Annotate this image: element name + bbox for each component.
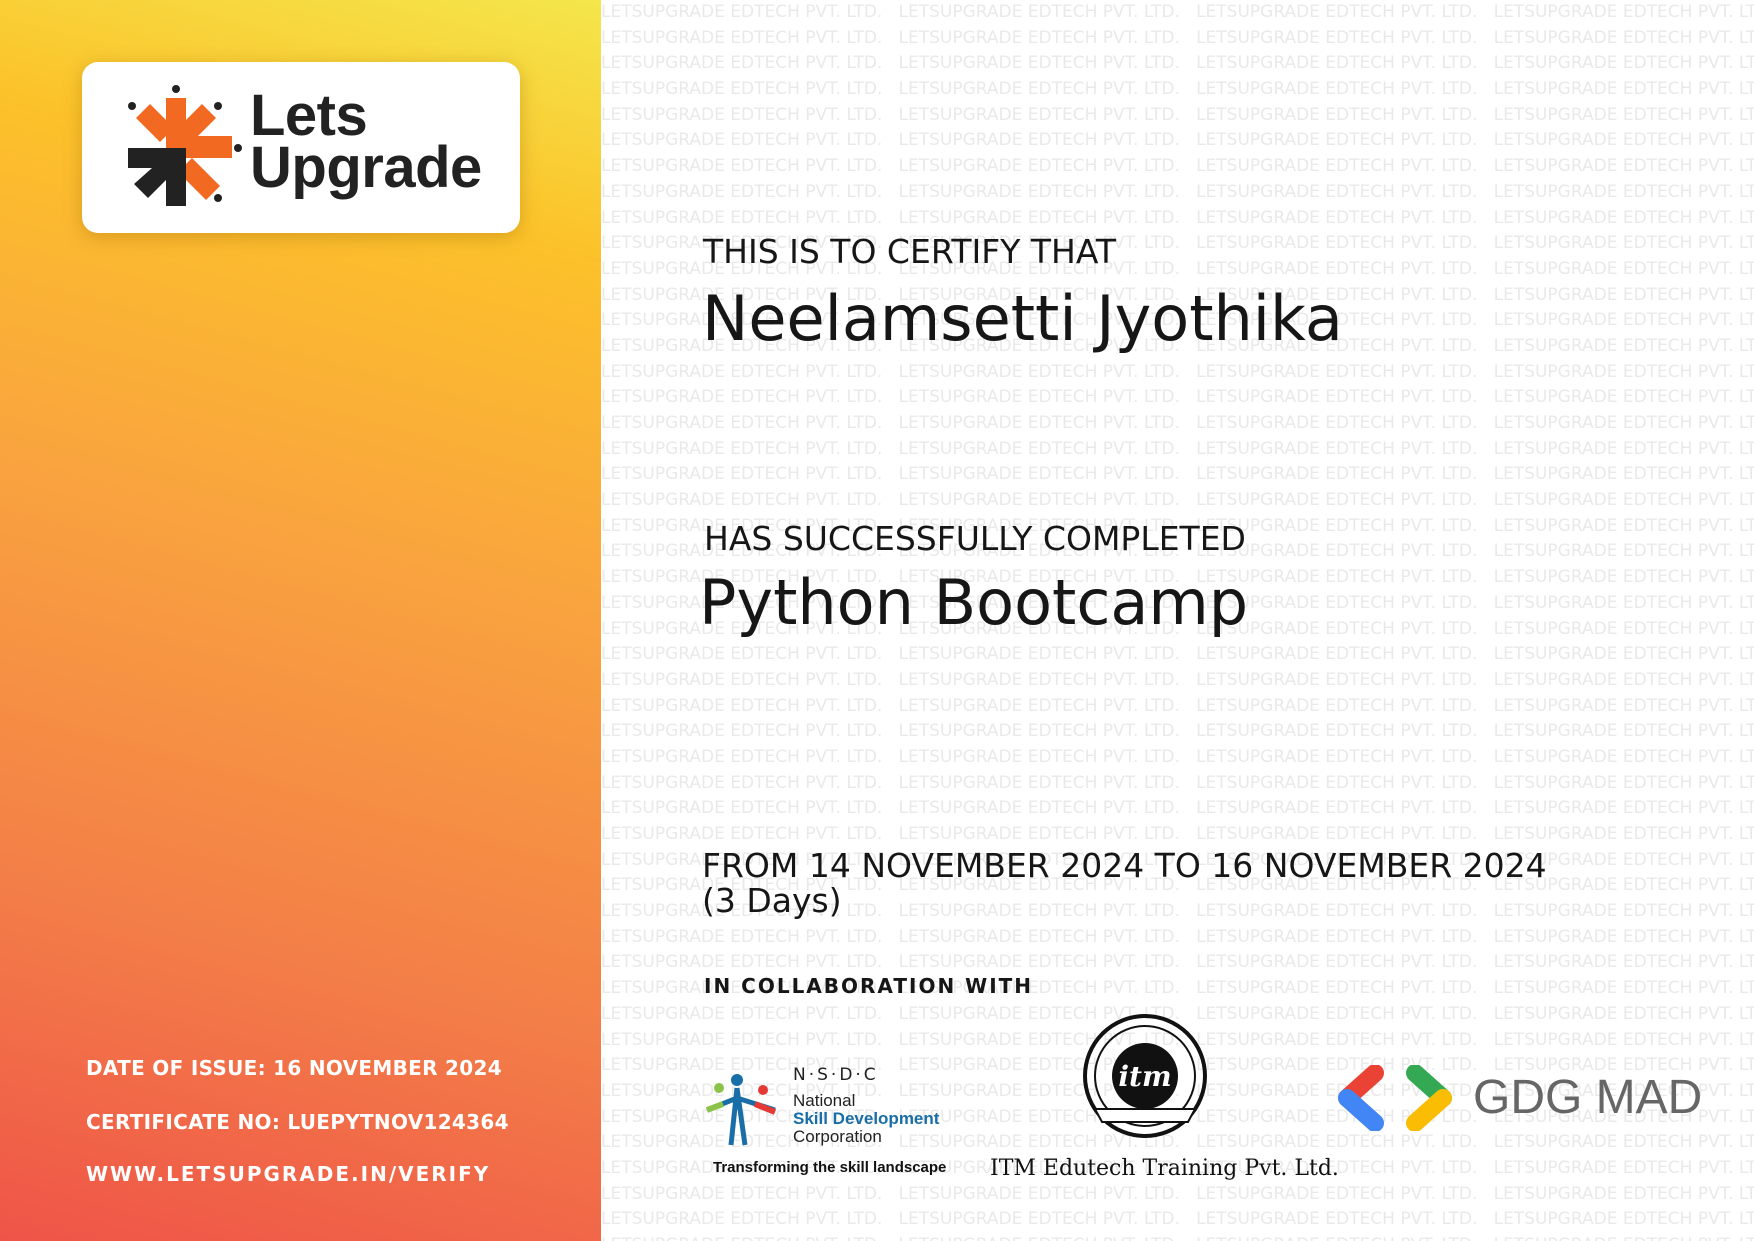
watermark-row: LETSUPGRADE EDTECH PVT. LTD. LETSUPGRADE… — [601, 746, 1754, 767]
watermark-row: LETSUPGRADE EDTECH PVT. LTD. LETSUPGRADE… — [601, 79, 1754, 100]
nsdc-line-3: Corporation — [793, 1127, 882, 1146]
watermark-row: LETSUPGRADE EDTECH PVT. LTD. LETSUPGRADE… — [601, 926, 1754, 947]
watermark-row: LETSUPGRADE EDTECH PVT. LTD. LETSUPGRADE… — [601, 387, 1754, 408]
nsdc-line-1: National — [793, 1091, 856, 1110]
letsupgrade-logo-icon — [128, 85, 242, 206]
watermark-row: LETSUPGRADE EDTECH PVT. LTD. LETSUPGRADE… — [601, 772, 1754, 793]
itm-logo: itm ITM Edutech Training Pvt. Ltd. — [985, 1014, 1339, 1189]
verify-url[interactable]: WWW.LETSUPGRADE.IN/VERIFY — [86, 1162, 490, 1186]
course-period: FROM 14 NOVEMBER 2024 TO 16 NOVEMBER 202… — [702, 846, 1547, 885]
recipient-name: Neelamsetti Jyothika — [702, 282, 1343, 355]
watermark-row: LETSUPGRADE EDTECH PVT. LTD. LETSUPGRADE… — [601, 669, 1754, 690]
watermark-row: LETSUPGRADE EDTECH PVT. LTD. LETSUPGRADE… — [601, 2, 1754, 22]
collaboration-label: IN COLLABORATION WITH — [704, 974, 1034, 998]
watermark-row: LETSUPGRADE EDTECH PVT. LTD. LETSUPGRADE… — [601, 824, 1754, 844]
watermark-row: LETSUPGRADE EDTECH PVT. LTD. LETSUPGRADE… — [601, 1233, 1754, 1241]
watermark-row: LETSUPGRADE EDTECH PVT. LTD. LETSUPGRADE… — [601, 438, 1754, 459]
certificate-number: CERTIFICATE NO: LUEPYTNOV124364 — [86, 1110, 509, 1134]
watermark-row: LETSUPGRADE EDTECH PVT. LTD. LETSUPGRADE… — [601, 695, 1754, 716]
watermark-row: LETSUPGRADE EDTECH PVT. LTD. LETSUPGRADE… — [601, 361, 1754, 382]
certify-intro: THIS IS TO CERTIFY THAT — [703, 232, 1117, 271]
course-duration: (3 Days) — [702, 881, 842, 920]
nsdc-tagline: Transforming the skill landscape — [713, 1159, 947, 1176]
watermark-row: LETSUPGRADE EDTECH PVT. LTD. LETSUPGRADE… — [601, 130, 1754, 151]
watermark-row: LETSUPGRADE EDTECH PVT. LTD. LETSUPGRADE… — [601, 798, 1754, 819]
nsdc-logo: N·S·D·C National Skill Development Corpo… — [703, 1065, 963, 1185]
watermark-row: LETSUPGRADE EDTECH PVT. LTD. LETSUPGRADE… — [601, 952, 1754, 973]
gdg-mad-logo: GDG MAD — [1335, 1062, 1715, 1142]
watermark-row: LETSUPGRADE EDTECH PVT. LTD. LETSUPGRADE… — [601, 413, 1754, 433]
nsdc-line-2: Skill Development — [793, 1109, 940, 1128]
letsupgrade-logo-card: Lets Upgrade — [82, 62, 520, 233]
watermark-row: LETSUPGRADE EDTECH PVT. LTD. LETSUPGRADE… — [601, 1209, 1754, 1230]
logo-line-2: Upgrade — [250, 135, 482, 200]
watermark-row: LETSUPGRADE EDTECH PVT. LTD. LETSUPGRADE… — [601, 721, 1754, 742]
watermark-row: LETSUPGRADE EDTECH PVT. LTD. LETSUPGRADE… — [601, 490, 1754, 511]
itm-seal-text: itm — [1118, 1060, 1171, 1093]
watermark-row: LETSUPGRADE EDTECH PVT. LTD. LETSUPGRADE… — [601, 104, 1754, 125]
date-of-issue: DATE OF ISSUE: 16 NOVEMBER 2024 — [86, 1056, 502, 1080]
itm-seal-icon: itm — [1083, 1014, 1207, 1138]
course-name: Python Bootcamp — [699, 566, 1249, 639]
itm-name: ITM Edutech Training Pvt. Ltd. — [990, 1156, 1339, 1181]
nsdc-abbr: N·S·D·C — [793, 1065, 879, 1085]
watermark-row: LETSUPGRADE EDTECH PVT. LTD. LETSUPGRADE… — [601, 464, 1754, 485]
left-panel: Lets Upgrade DATE OF ISSUE: 16 NOVEMBER … — [0, 0, 601, 1241]
watermark-row: LETSUPGRADE EDTECH PVT. LTD. LETSUPGRADE… — [601, 644, 1754, 665]
watermark-row: LETSUPGRADE EDTECH PVT. LTD. LETSUPGRADE… — [601, 53, 1754, 74]
watermark-row: LETSUPGRADE EDTECH PVT. LTD. LETSUPGRADE… — [601, 156, 1754, 177]
letsupgrade-logo-text: Lets Upgrade — [250, 87, 482, 200]
gdg-chevrons-icon — [1338, 1065, 1452, 1131]
completed-label: HAS SUCCESSFULLY COMPLETED — [704, 519, 1246, 558]
watermark-row: LETSUPGRADE EDTECH PVT. LTD. LETSUPGRADE… — [601, 207, 1754, 228]
watermark-row: LETSUPGRADE EDTECH PVT. LTD. LETSUPGRADE… — [601, 27, 1754, 48]
watermark-row: LETSUPGRADE EDTECH PVT. LTD. LETSUPGRADE… — [601, 181, 1754, 202]
gdg-name: GDG MAD — [1473, 1071, 1703, 1124]
nsdc-figure-icon — [705, 1074, 777, 1146]
